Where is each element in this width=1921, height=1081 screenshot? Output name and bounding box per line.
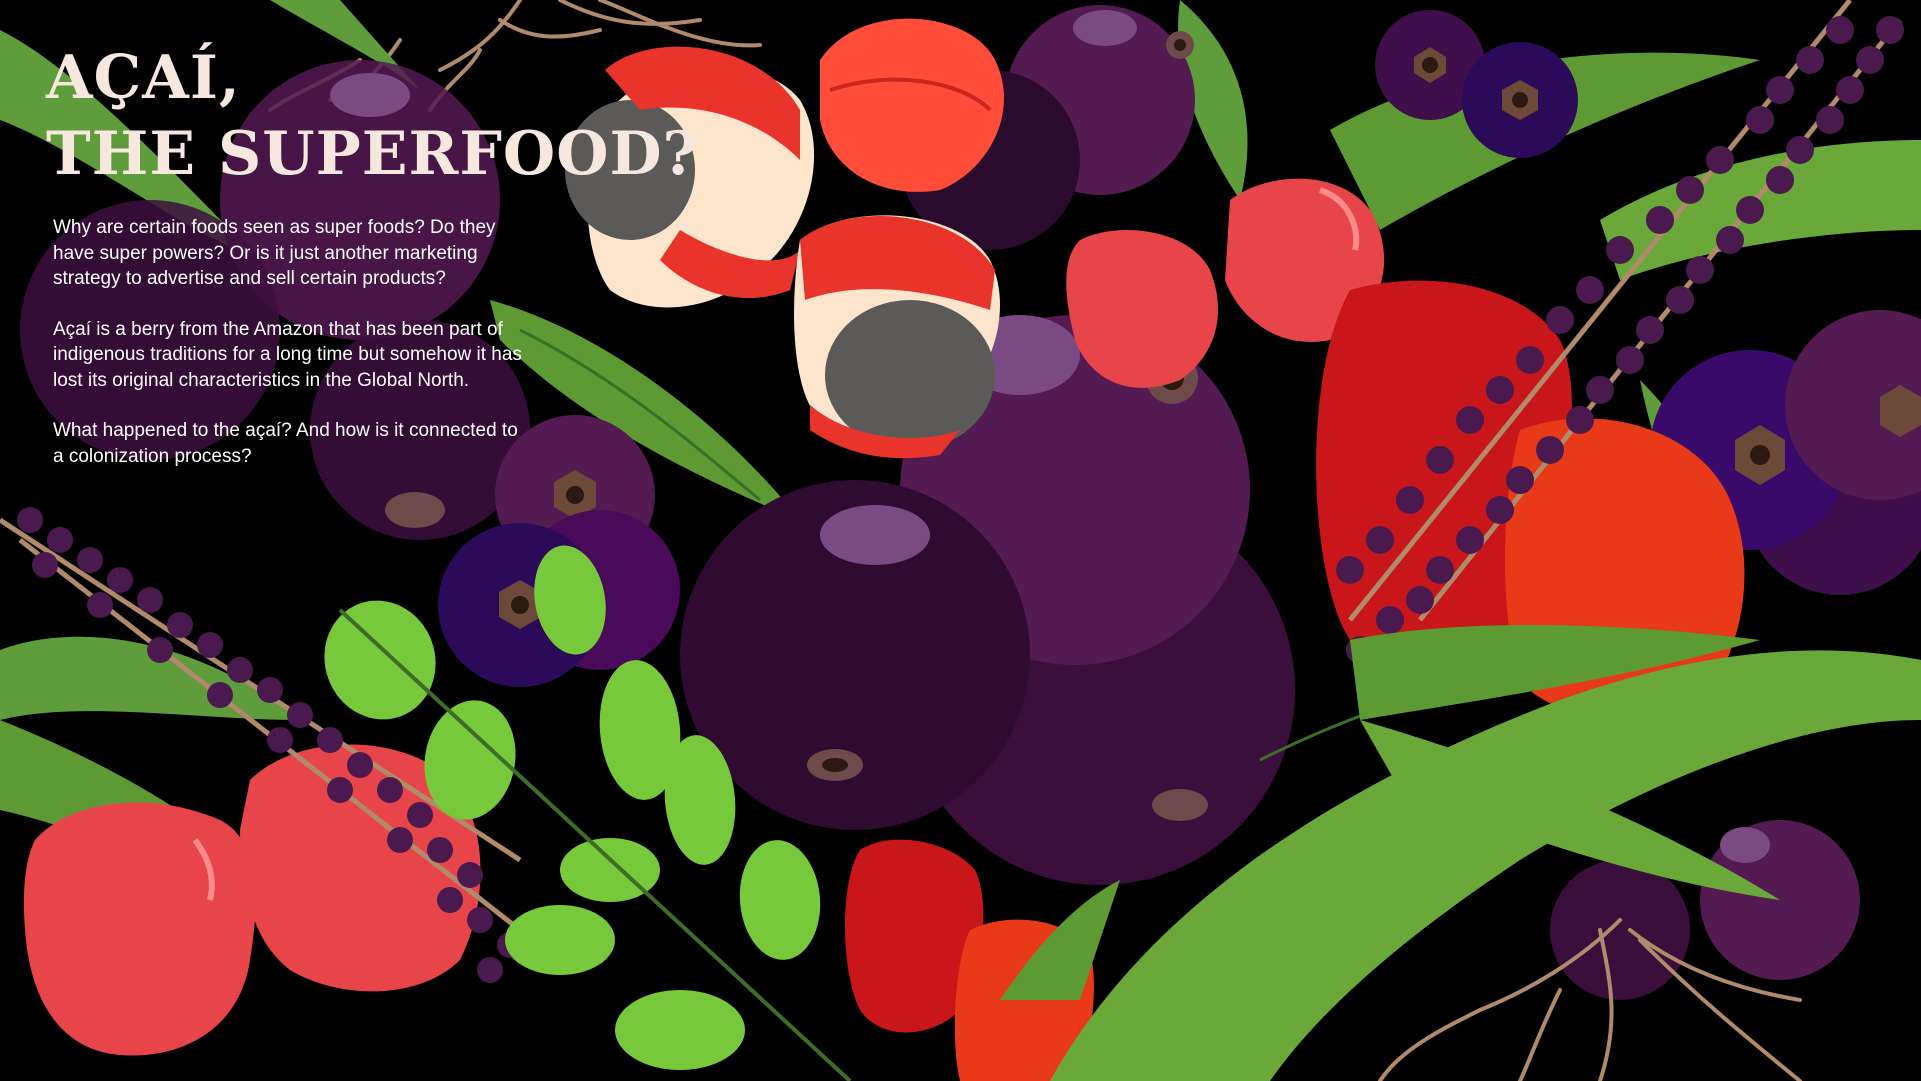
- intro-paragraph-2: Açaí is a berry from the Amazon that has…: [53, 318, 522, 391]
- page-title-line-2: THE SUPERFOOD?: [46, 119, 699, 189]
- title-block: AÇAÍ, THE SUPERFOOD?: [46, 40, 726, 192]
- intro-paragraph-1: Why are certain foods seen as super food…: [53, 217, 496, 289]
- page-title-line-1: AÇAÍ,: [46, 43, 241, 113]
- intro-paragraph-3: What happened to the açaí? And how is it…: [53, 420, 518, 467]
- illustration-stage: AÇAÍ, THE SUPERFOOD? Why are certain foo…: [0, 0, 1921, 1081]
- intro-text: Why are certain foods seen as super food…: [53, 215, 523, 494]
